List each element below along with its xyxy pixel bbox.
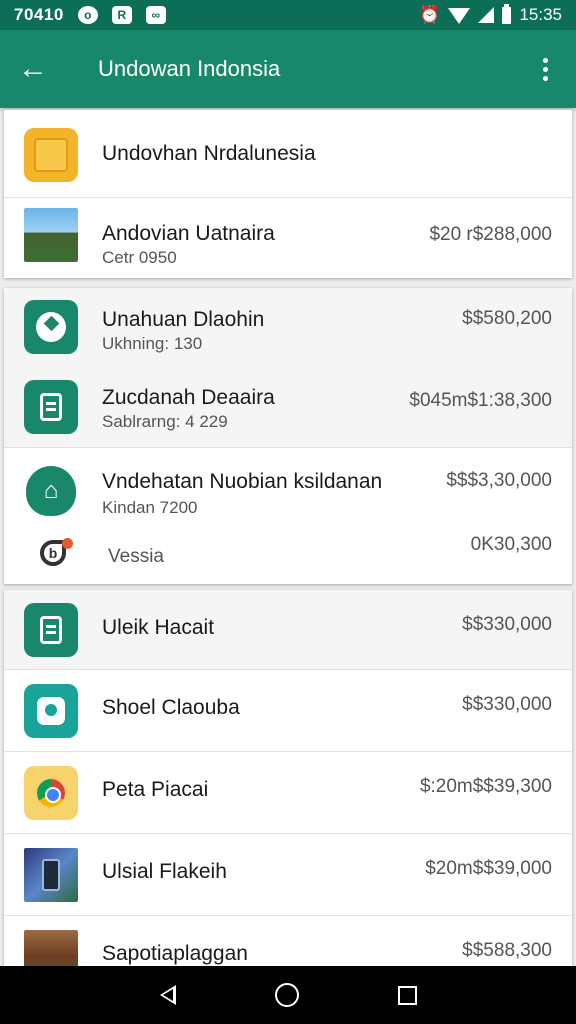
list-item[interactable]: Uleik Hacait $$330,000 [4, 590, 572, 670]
battery-icon [502, 3, 512, 24]
list-item-subtitle: Kindan 7200 [102, 498, 198, 517]
list-item-price: $$$3,30,000 [446, 470, 552, 491]
list-item[interactable]: ⌂ Vndehatan Nuobian ksildanan Kindan 720… [4, 448, 572, 584]
recycle-icon: ⌂ [26, 466, 76, 516]
list-item[interactable]: Shoel Claouba $$330,000 [4, 670, 572, 752]
overflow-menu-icon[interactable] [533, 52, 558, 87]
list-item-subtitle: Sablrarng: 4 229 [102, 412, 228, 431]
list-item-price: 0K30,300 [470, 534, 552, 555]
document-icon [24, 380, 78, 434]
list-item-price: $:20m$$39,300 [419, 776, 552, 797]
list-item-title: Sapotiaplaggan [102, 942, 248, 965]
status-bar: 70410 o R ∞ ⏰ 15:35 [0, 0, 576, 30]
page-title: Undowan Indonsia [98, 56, 281, 81]
app-notification-icon: R [111, 6, 132, 24]
app-bar: ← Undowan Indonsia [0, 30, 576, 108]
phone-icon [24, 848, 78, 902]
list-item[interactable]: Andovian Uatnaira Cetr 0950 $20 r$288,00… [4, 198, 572, 278]
nav-back-icon[interactable] [159, 985, 176, 1005]
status-clock: 15:35 [519, 5, 562, 24]
list-item-title: Unahuan Dlaohin [102, 308, 265, 331]
document-icon [24, 603, 78, 657]
nav-home-icon[interactable] [274, 983, 299, 1007]
list-item-price: $045m$1:38,300 [409, 390, 552, 411]
list-item-subtitle: Ukhning: 130 [102, 334, 203, 353]
list-item-price: $20 r$288,000 [429, 224, 552, 245]
list-item-title: Vessia [108, 546, 164, 567]
signal-icon [478, 7, 495, 23]
list-item[interactable]: Zucdanah Deaaira Sablrarng: 4 229 $045m$… [4, 368, 572, 448]
chrome-icon [24, 766, 78, 820]
list-item[interactable]: Ulsial Flakeih $20m$$39,000 [4, 834, 572, 916]
list-item-subtitle: Cetr 0950 [102, 248, 177, 267]
back-arrow-icon[interactable]: ← [18, 54, 58, 84]
status-time-left: 70410 [14, 5, 64, 24]
list-item-title: Uleik Hacait [102, 616, 215, 639]
list-item[interactable]: Unahuan Dlaohin Ukhning: 130 $$580,200 [4, 288, 572, 368]
notification-icon: o [77, 6, 98, 24]
clock-icon [24, 300, 78, 354]
yellow-folder-icon [24, 128, 78, 182]
list-item-title: Peta Piacai [102, 778, 209, 801]
card-group-3: Uleik Hacait $$330,000 Shoel Claouba $$3… [4, 590, 572, 966]
list-container[interactable]: Undovhan Nrdalunesia Andovian Uatnaira C… [0, 110, 576, 966]
system-nav-bar [0, 966, 576, 1024]
link-icon: ∞ [145, 6, 166, 24]
list-item[interactable]: Peta Piacai $:20m$$39,300 [4, 752, 572, 834]
pin-icon [24, 684, 78, 738]
card-group-1: Undovhan Nrdalunesia Andovian Uatnaira C… [4, 110, 572, 278]
list-item-title: Zucdanah Deaaira [102, 386, 275, 409]
wifi-icon [448, 8, 471, 24]
list-item-price: $$580,200 [462, 308, 552, 329]
building-photo-icon [24, 930, 78, 966]
house-photo-icon [24, 208, 78, 262]
nav-recents-icon[interactable] [397, 985, 417, 1005]
list-item-title: Ulsial Flakeih [102, 860, 227, 883]
list-item-price: $20m$$39,000 [425, 858, 552, 879]
card-group-2: Unahuan Dlaohin Ukhning: 130 $$580,200 Z… [4, 288, 572, 584]
list-item[interactable]: Sapotiaplaggan $$588,300 [4, 916, 572, 966]
notification-badge [62, 538, 73, 549]
list-item-title: Undovhan Nrdalunesia [102, 142, 316, 165]
list-item-price: $$588,300 [462, 940, 552, 961]
list-item[interactable]: Undovhan Nrdalunesia [4, 110, 572, 198]
list-item-title: Shoel Claouba [102, 696, 240, 719]
list-item-price: $$330,000 [462, 694, 552, 715]
list-item-title: Vndehatan Nuobian ksildanan [102, 470, 383, 493]
alarm-icon: ⏰ [419, 5, 441, 24]
list-item-price: $$330,000 [462, 614, 552, 635]
list-item-title: Andovian Uatnaira [102, 222, 275, 245]
